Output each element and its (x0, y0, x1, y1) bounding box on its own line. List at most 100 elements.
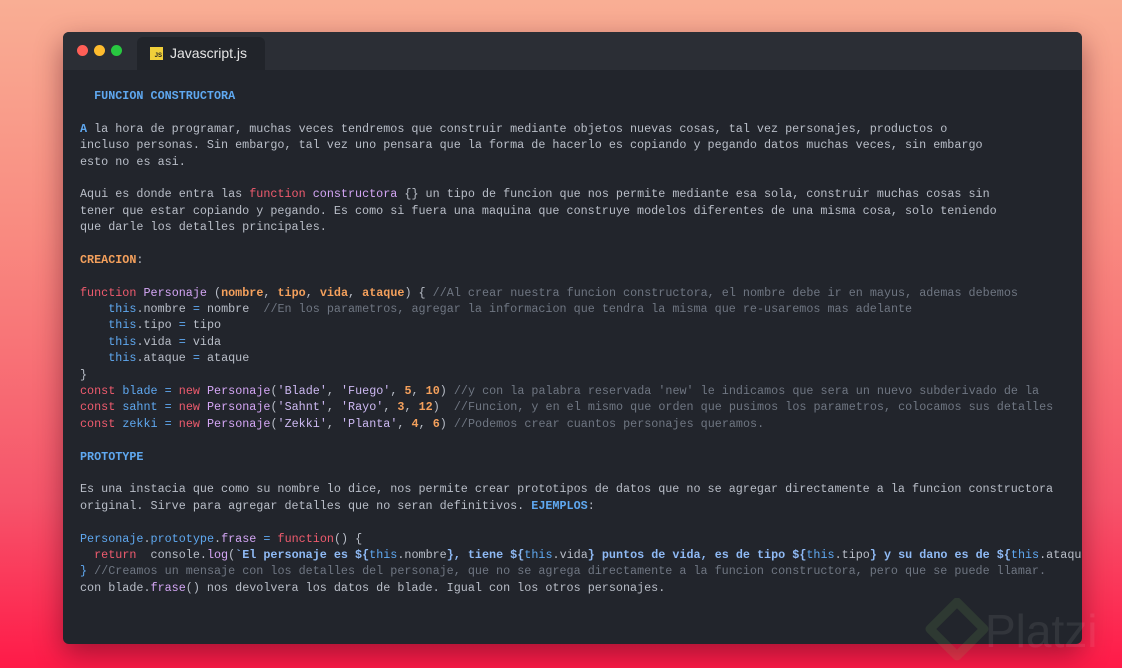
code-token: this (524, 547, 553, 562)
code-token: ) (439, 384, 454, 399)
code-line: this.nombre = nombre //En los parametros… (80, 301, 1082, 317)
code-token: , (263, 285, 278, 300)
code-token: 'Rayo' (341, 400, 384, 415)
code-token: = (192, 302, 200, 317)
code-token: = (192, 351, 200, 366)
code-token: 12 (418, 400, 433, 415)
minimize-window-button[interactable] (94, 45, 105, 56)
code-token: 'Fuego' (341, 384, 391, 399)
code-token: con blade. (80, 580, 151, 595)
code-token: frase (221, 531, 257, 546)
code-token: 'Planta' (341, 416, 398, 431)
code-editor[interactable]: FUNCION CONSTRUCTORA A la hora de program… (80, 88, 1082, 596)
code-token: : (587, 498, 595, 513)
code-token: Personaje (207, 384, 271, 399)
code-token: 'Blade' (277, 384, 327, 399)
code-token: sahnt (122, 400, 158, 415)
code-line: esto no es asi. (80, 154, 1082, 170)
code-token: , (326, 416, 341, 431)
code-token: PROTOTYPE (80, 449, 144, 464)
code-token: 'Zekki' (277, 416, 327, 431)
code-token: new (178, 384, 200, 399)
code-token: ( (270, 416, 278, 431)
code-token: FUNCION CONSTRUCTORA (80, 89, 236, 103)
code-token: ) { (404, 285, 433, 300)
code-line: PROTOTYPE (80, 449, 1082, 465)
code-line: const blade = new Personaje('Blade', 'Fu… (80, 383, 1082, 399)
code-token: . (143, 531, 151, 546)
close-window-button[interactable] (77, 45, 88, 56)
code-token: 6 (432, 416, 440, 431)
code-token: ( (206, 285, 222, 300)
code-token: this (108, 351, 137, 366)
code-token: Personaje (80, 531, 144, 546)
code-token: }, tiene ${ (446, 547, 525, 562)
code-token: Personaje (207, 400, 271, 415)
code-line: Personaje.prototype.frase = function() { (80, 531, 1082, 547)
code-token: .tipo (834, 547, 870, 562)
maximize-window-button[interactable] (111, 45, 122, 56)
code-token: = (178, 334, 186, 349)
code-line: tener que estar copiando y pegando. Es c… (80, 203, 1082, 219)
code-token: //Al crear nuestra funcion constructora,… (432, 285, 1018, 300)
code-token: //y con la palabra reservada 'new' le in… (453, 384, 1040, 399)
code-token: ataque (199, 351, 250, 366)
code-token: prototype (150, 531, 214, 546)
code-line: function Personaje (nombre, tipo, vida, … (80, 285, 1082, 301)
code-token: tener que estar copiando y pegando. Es c… (80, 203, 997, 218)
tab-javascript-js[interactable]: JS Javascript.js (137, 37, 265, 70)
code-line: return console.log(`El personaje es ${th… (80, 547, 1082, 563)
code-token: this (806, 547, 835, 562)
editor-window: JS Javascript.js FUNCION CONSTRUCTORA A l… (63, 32, 1082, 644)
code-token: = (164, 400, 172, 415)
code-token: la hora de programar, muchas veces tendr… (87, 121, 948, 136)
code-token: . (214, 531, 222, 546)
code-token: //En los parametros, agregar la informac… (263, 302, 913, 317)
code-token: .ataque (1039, 547, 1082, 562)
code-token: , (404, 400, 419, 415)
code-token: } puntos de vida, es de tipo ${ (587, 547, 807, 562)
code-token: , (418, 416, 433, 431)
tab-label: Javascript.js (170, 45, 248, 61)
code-token: this (1010, 547, 1040, 562)
code-line: } //Creamos un mensaje con los detalles … (80, 563, 1082, 579)
code-token: function (277, 531, 334, 546)
watermark-text: Platzi (985, 605, 1098, 657)
code-token: : (136, 252, 144, 267)
code-token: , (326, 384, 341, 399)
code-token: vida (319, 285, 349, 300)
code-token: //Funcion, y en el mismo que orden que p… (453, 400, 1054, 415)
code-token: , (411, 384, 426, 399)
code-line: this.tipo = tipo (80, 317, 1082, 333)
code-token: esto no es asi. (80, 154, 186, 169)
code-line: original. Sirve para agregar detalles qu… (80, 498, 1082, 514)
code-line: CREACION: (80, 252, 1082, 268)
code-line: const zekki = new Personaje('Zekki', 'Pl… (80, 416, 1082, 432)
code-line: const sahnt = new Personaje('Sahnt', 'Ra… (80, 399, 1082, 415)
code-line: Es una instacia que como su nombre lo di… (80, 481, 1082, 497)
code-token: Personaje (143, 285, 207, 300)
code-line: que darle los detalles principales. (80, 219, 1082, 235)
code-line: con blade.frase() nos devolvera los dato… (80, 580, 1082, 596)
code-token: zekki (122, 416, 158, 431)
code-token: vida (185, 334, 222, 349)
code-token: tipo (277, 285, 306, 300)
code-token: this (108, 334, 137, 349)
code-token: } y su dano es de ${ (869, 547, 1011, 562)
code-token: , (326, 400, 341, 415)
